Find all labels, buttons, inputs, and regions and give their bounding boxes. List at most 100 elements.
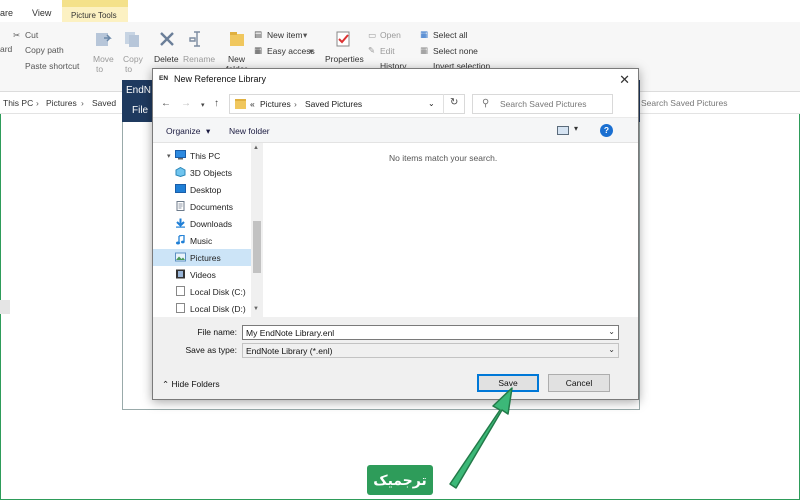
chevron-down-icon: ▾	[206, 126, 211, 136]
properties-button[interactable]: Properties	[325, 54, 364, 64]
save-button[interactable]: Save	[477, 374, 539, 392]
folder-icon	[235, 99, 246, 109]
copy-to-icon	[125, 32, 139, 47]
back-arrow-icon[interactable]: ←	[161, 98, 171, 109]
cut-button[interactable]: Cut	[25, 30, 38, 40]
recent-locations-chevron-icon[interactable]: ▾	[201, 101, 205, 109]
dialog-titlebar: EN New Reference Library ✕	[153, 69, 638, 91]
drive-icon	[176, 286, 185, 296]
endnote-title: EndN	[126, 85, 152, 96]
select-all-icon: ▦	[420, 29, 429, 39]
cut-icon: ✂	[13, 30, 21, 40]
easy-access-button[interactable]: Easy access	[267, 46, 315, 56]
path-segment-pictures[interactable]: Pictures	[260, 99, 291, 109]
address-this-pc[interactable]: This PC	[3, 98, 33, 108]
dialog-path-bar[interactable]: « Pictures › Saved Pictures ⌄	[229, 94, 465, 114]
help-icon[interactable]: ?	[600, 124, 613, 137]
select-all-button[interactable]: Select all	[433, 30, 468, 40]
tree-item-label: Documents	[190, 202, 233, 212]
dialog-content: ▾ This PC 3D Objects Desktop Documents D…	[153, 143, 638, 317]
copy-to-button[interactable]: Copy	[123, 54, 143, 64]
edit-icon: ✎	[368, 45, 376, 55]
chevron-down-icon[interactable]: ⌄	[608, 345, 615, 354]
select-none-icon: ▦	[420, 45, 429, 55]
tree-item-label: Pictures	[190, 253, 221, 263]
tree-item-label: Local Disk (C:)	[190, 287, 246, 297]
explorer-search-input[interactable]: Search Saved Pictures	[641, 98, 727, 108]
music-icon	[176, 235, 185, 245]
new-item-button[interactable]: New item	[267, 30, 302, 40]
tab-manage[interactable]	[62, 0, 128, 7]
file-name-label: File name:	[197, 327, 237, 337]
cube-icon	[175, 167, 186, 177]
open-button[interactable]: Open	[380, 30, 401, 40]
empty-results-message: No items match your search.	[389, 153, 498, 163]
easy-access-icon: ▦	[254, 45, 263, 55]
path-dropdown-chevron-icon[interactable]: ⌄	[428, 99, 435, 108]
chevron-down-icon: ▾	[309, 46, 314, 56]
dialog-search-box[interactable]: ⚲ Search Saved Pictures	[472, 94, 613, 114]
tab-view[interactable]: View	[32, 8, 51, 18]
endnote-file-menu[interactable]: File	[132, 105, 148, 116]
file-name-input[interactable]: My EndNote Library.enl ⌄	[242, 325, 619, 340]
desktop-icon	[175, 184, 186, 193]
edit-button[interactable]: Edit	[380, 46, 395, 56]
refresh-icon[interactable]: ↻	[443, 94, 465, 114]
chevron-down-icon[interactable]: ▾	[574, 124, 578, 133]
tree-item-label: Music	[190, 236, 213, 246]
scrollbar-thumb[interactable]	[253, 221, 261, 273]
select-none-button[interactable]: Select none	[433, 46, 478, 56]
copy-to-label-2: to	[125, 64, 133, 74]
delete-button[interactable]: Delete	[154, 54, 179, 64]
rename-button[interactable]: Rename	[183, 54, 215, 64]
drive-icon	[176, 303, 185, 313]
up-arrow-icon[interactable]: ↑	[214, 98, 219, 109]
cancel-button[interactable]: Cancel	[548, 374, 610, 392]
delete-icon	[160, 32, 174, 46]
close-icon[interactable]: ✕	[619, 72, 630, 88]
new-reference-library-dialog: EN New Reference Library ✕ ← → ▾ ↑ « Pic…	[152, 68, 639, 400]
paste-shortcut-button[interactable]: Paste shortcut	[25, 61, 79, 71]
dialog-toolbar: Organize ▾ New folder ▾ ?	[153, 117, 638, 143]
move-to-icon	[96, 33, 112, 46]
explorer-nav-selection	[0, 300, 10, 314]
move-to-label-2: to	[96, 64, 104, 74]
open-icon: ▭	[368, 30, 377, 40]
address-pictures[interactable]: Pictures	[46, 98, 77, 108]
scroll-down-arrow-icon[interactable]: ▼	[253, 306, 259, 312]
dialog-navigation-bar: ← → ▾ ↑ « Pictures › Saved Pictures ⌄ ↻ …	[153, 91, 638, 117]
copy-path-button[interactable]: Copy path	[25, 45, 64, 55]
tree-item-label: This PC	[190, 151, 221, 161]
chevron-down-icon[interactable]: ▾	[167, 152, 171, 160]
dialog-search-input[interactable]: Search Saved Pictures	[500, 99, 586, 109]
chevron-right-icon: ›	[294, 99, 297, 109]
hide-folders-button[interactable]: ⌃ Hide Folders	[162, 379, 220, 390]
dialog-title: New Reference Library	[174, 74, 267, 84]
tree-item-label: Downloads	[190, 219, 233, 229]
scroll-up-arrow-icon[interactable]: ▲	[253, 145, 259, 151]
dialog-file-fields: File name: My EndNote Library.enl ⌄ Save…	[153, 317, 638, 361]
search-icon: ⚲	[482, 98, 490, 109]
save-as-type-select[interactable]: EndNote Library (*.enl) ⌄	[242, 343, 619, 358]
tab-picture-tools[interactable]: Picture Tools	[62, 7, 128, 22]
address-saved[interactable]: Saved	[92, 98, 116, 108]
new-folder-button[interactable]: New folder	[229, 126, 270, 136]
video-icon	[176, 269, 185, 279]
brand-badge: ترجمیک	[367, 465, 433, 495]
view-options-icon[interactable]	[557, 126, 569, 135]
chevron-down-icon[interactable]: ⌄	[608, 327, 615, 336]
tree-scrollbar[interactable]: ▲ ▼	[251, 143, 263, 317]
properties-icon	[336, 31, 350, 47]
new-folder-ribbon-button[interactable]: New	[228, 54, 245, 64]
path-overflow[interactable]: «	[250, 99, 255, 109]
path-segment-saved-pictures[interactable]: Saved Pictures	[305, 99, 362, 109]
chevron-right-icon: ›	[36, 98, 39, 108]
tab-share[interactable]: are	[0, 8, 13, 18]
document-icon	[176, 201, 185, 211]
forward-arrow-icon[interactable]: →	[181, 98, 191, 109]
move-to-button[interactable]: Move	[93, 54, 114, 64]
tree-item-label: Desktop	[190, 185, 222, 195]
rename-icon	[189, 31, 200, 47]
organize-button[interactable]: Organize	[166, 126, 201, 136]
explorer-tabbar: are View Picture Tools	[0, 0, 800, 22]
